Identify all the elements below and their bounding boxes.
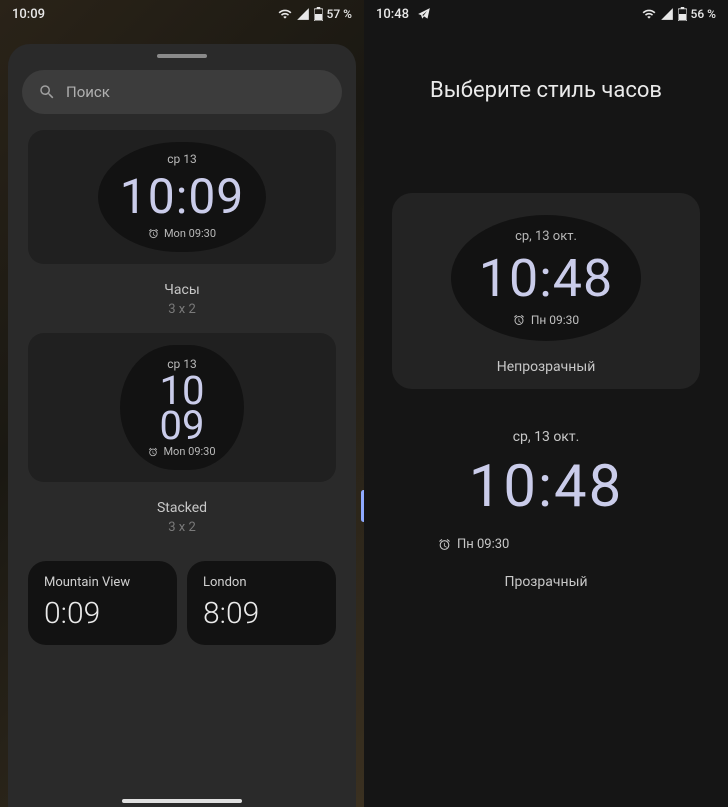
- phone-right: 10:48 56 % Выберите стиль часов ср, 13 о…: [364, 0, 728, 807]
- page-title: Выберите стиль часов: [364, 78, 728, 103]
- clock-widget-preview: ср 13 10:09 Mon 09:30: [98, 142, 267, 252]
- worldclock-time: 8:09: [203, 596, 320, 631]
- telegram-icon: [417, 7, 431, 21]
- wifi-icon: [642, 7, 656, 21]
- search-icon: [38, 83, 56, 101]
- worldclock-card: London 8:09: [187, 561, 336, 645]
- preview-alarm-text: Mon 09:30: [163, 445, 215, 458]
- status-time: 10:09: [12, 7, 45, 22]
- opaque-preview-bubble: ср, 13 окт. 10:48 Пн 09:30: [451, 215, 642, 341]
- widget-item-stacked[interactable]: ср 13 10 09 Mon 09:30 Stacked 3 x 2: [22, 325, 342, 543]
- preview-date: ср, 13 окт.: [479, 229, 614, 244]
- drag-handle[interactable]: [157, 54, 207, 58]
- alarm-icon: [438, 538, 451, 551]
- status-time: 10:48: [376, 7, 409, 22]
- search-input[interactable]: Поиск: [22, 70, 342, 114]
- phone-left: 10:09 57 % Поиск: [0, 0, 364, 807]
- status-bar: 10:09 57 %: [0, 0, 364, 28]
- preview-date: ср 13: [120, 152, 245, 166]
- status-battery-text: 57 %: [327, 7, 352, 21]
- alarm-icon: [148, 447, 158, 457]
- widget-title: Stacked: [28, 500, 336, 516]
- widget-item-clock[interactable]: ср 13 10:09 Mon 09:30 Часы 3 x 2: [22, 122, 342, 325]
- status-bar: 10:48 56 %: [364, 0, 728, 28]
- wifi-icon: [278, 7, 292, 21]
- style-label: Прозрачный: [410, 574, 682, 590]
- preview-alarm-text: Пн 09:30: [531, 313, 579, 327]
- widget-list[interactable]: ср 13 10:09 Mon 09:30 Часы 3 x 2: [22, 122, 342, 805]
- preview-time: 10:48: [479, 248, 614, 309]
- gesture-pill[interactable]: [122, 799, 242, 803]
- clock-style-transparent[interactable]: ср, 13 окт. 10:48 Пн 09:30 Прозрачный: [392, 409, 700, 610]
- widget-size: 3 x 2: [28, 302, 336, 317]
- alarm-icon: [513, 314, 525, 326]
- widget-size: 3 x 2: [28, 520, 336, 535]
- signal-icon: [296, 7, 310, 21]
- worldclock-time: 0:09: [44, 596, 161, 631]
- preview-time: 10:48: [410, 453, 682, 521]
- preview-time: 10:09: [120, 168, 245, 225]
- alarm-icon: [148, 228, 159, 239]
- status-battery-text: 56 %: [691, 7, 716, 21]
- clock-style-opaque[interactable]: ср, 13 окт. 10:48 Пн 09:30 Непрозрачный: [392, 193, 700, 389]
- style-label: Непрозрачный: [410, 359, 682, 375]
- preview-time-mm: 09: [148, 408, 215, 443]
- battery-icon: [678, 7, 687, 21]
- clock-widget-stacked-preview: ср 13 10 09 Mon 09:30: [120, 345, 243, 470]
- worldclock-city: London: [203, 575, 320, 590]
- preview-date: ср, 13 окт.: [410, 429, 682, 445]
- worldclock-card: Mountain View 0:09: [28, 561, 177, 645]
- widget-picker-sheet: Поиск ср 13 10:09 Mon 09:30: [8, 44, 356, 807]
- worldclock-city: Mountain View: [44, 575, 161, 590]
- search-placeholder: Поиск: [66, 83, 110, 101]
- preview-alarm-text: Mon 09:30: [164, 227, 216, 240]
- widget-item-worldclock[interactable]: Mountain View 0:09 London 8:09: [22, 543, 342, 653]
- battery-icon: [314, 7, 323, 21]
- signal-icon: [660, 7, 674, 21]
- preview-alarm-text: Пн 09:30: [457, 537, 509, 552]
- widget-title: Часы: [28, 282, 336, 298]
